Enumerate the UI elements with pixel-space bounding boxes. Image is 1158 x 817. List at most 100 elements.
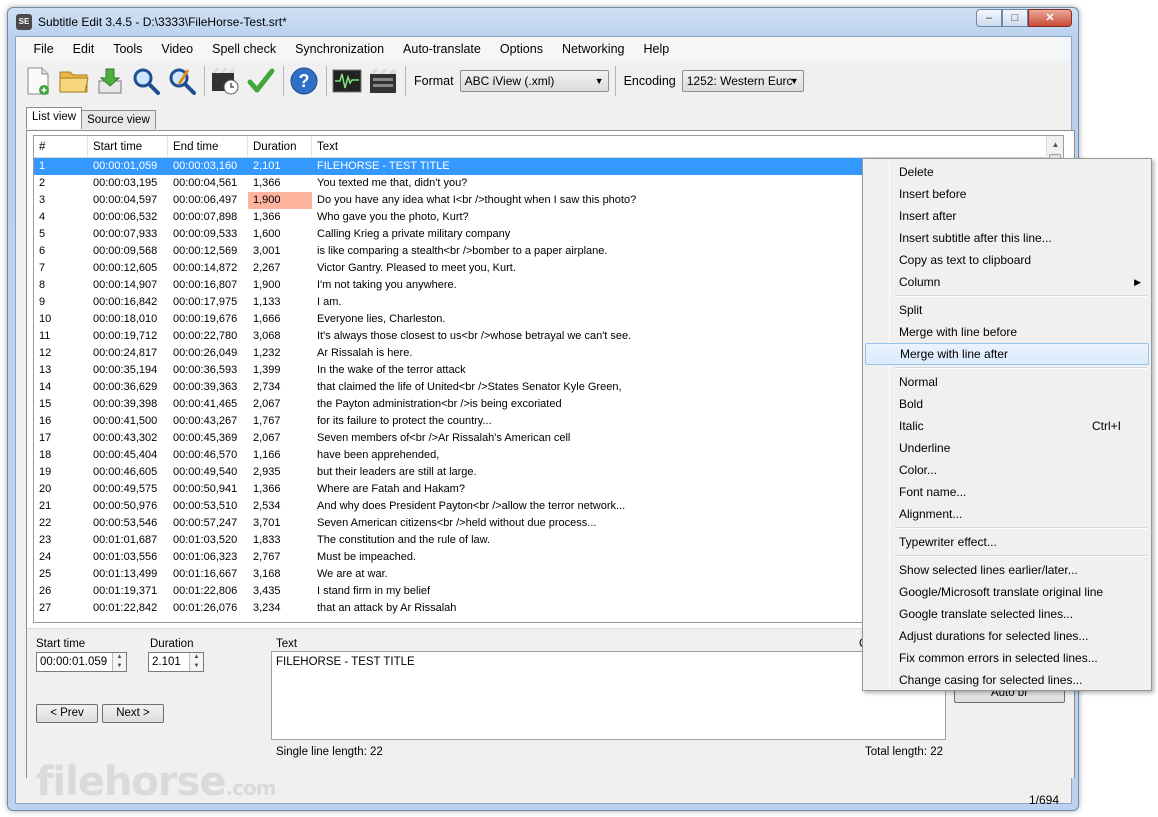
scroll-up-icon[interactable]: ▲ (1047, 136, 1063, 153)
menu-item-label: Insert after (899, 209, 957, 223)
video-icon[interactable] (367, 65, 399, 97)
menu-options[interactable]: Options (490, 37, 552, 61)
row-duration: 1,900 (253, 279, 281, 291)
encoding-select[interactable]: 1252: Western Eurc ▼ (681, 70, 804, 92)
menu-edit[interactable]: Edit (63, 37, 104, 61)
tab-list-view[interactable]: List view (26, 107, 83, 129)
row-end-time: 00:00:17,975 (173, 296, 238, 308)
format-select[interactable]: ABC iView (.xml) ▼ (459, 70, 609, 92)
row-start-time: 00:00:04,597 (93, 194, 158, 206)
context-menu-item-google-translate-selected-lines[interactable]: Google translate selected lines... (865, 603, 1149, 625)
row-end-time: 00:00:09,533 (173, 228, 238, 240)
help-icon[interactable]: ? (288, 65, 320, 97)
find-icon[interactable] (130, 65, 162, 97)
row-duration: 3,068 (253, 330, 281, 342)
context-menu-item-underline[interactable]: Underline (865, 437, 1149, 459)
maximize-button[interactable]: □ (1002, 9, 1028, 27)
context-menu-item-insert-subtitle-after-this-line[interactable]: Insert subtitle after this line... (865, 227, 1149, 249)
context-menu-item-normal[interactable]: Normal (865, 371, 1149, 393)
menu-video[interactable]: Video (152, 37, 203, 61)
row-end-time: 00:01:16,667 (173, 568, 238, 580)
context-menu-item-merge-with-line-before[interactable]: Merge with line before (865, 321, 1149, 343)
row-end-time: 00:01:06,323 (173, 551, 238, 563)
close-button[interactable]: ✕ (1028, 9, 1072, 27)
menu-file[interactable]: File (24, 37, 63, 61)
spinner-arrows-icon[interactable]: ▲ ▼ (189, 653, 203, 671)
row-start-time: 00:00:03,195 (93, 177, 158, 189)
spell-check-icon[interactable] (245, 65, 277, 97)
menu-item-label: Change casing for selected lines... (899, 673, 1083, 687)
row-duration: 1,366 (253, 211, 281, 223)
column-header-end-time[interactable]: End time (168, 136, 248, 157)
row-start-time: 00:00:18,010 (93, 313, 158, 325)
context-menu-item-change-casing-for-selected-lines[interactable]: Change casing for selected lines... (865, 669, 1149, 691)
column-header-number[interactable]: # (34, 136, 88, 157)
menu-tools[interactable]: Tools (104, 37, 152, 61)
visual-sync-icon[interactable] (209, 65, 241, 97)
row-end-time: 00:01:26,076 (173, 602, 238, 614)
new-file-icon[interactable] (22, 65, 54, 97)
subtitle-text-value: FILEHORSE - TEST TITLE (276, 656, 415, 668)
context-menu-item-delete[interactable]: Delete (865, 161, 1149, 183)
save-icon[interactable] (94, 65, 126, 97)
toolbar-separator (614, 66, 616, 96)
context-menu-item-italic[interactable]: Italic Ctrl+I (865, 415, 1149, 437)
row-number: 21 (39, 500, 52, 512)
title-bar[interactable]: SE Subtitle Edit 3.4.5 - D:\3333\FileHor… (8, 8, 1078, 36)
row-start-time: 00:00:16,842 (93, 296, 158, 308)
context-menu-item-insert-before[interactable]: Insert before (865, 183, 1149, 205)
minimize-button[interactable]: – (976, 9, 1002, 27)
context-menu-item-copy-as-text-to-clipboard[interactable]: Copy as text to clipboard (865, 249, 1149, 271)
row-number: 11 (39, 330, 51, 342)
menu-auto-translate[interactable]: Auto-translate (394, 37, 491, 61)
context-menu-item-insert-after[interactable]: Insert after (865, 205, 1149, 227)
subtitle-text-input[interactable]: FILEHORSE - TEST TITLE (271, 651, 946, 740)
row-duration: 1,133 (253, 296, 281, 308)
row-start-time: 00:00:06,532 (93, 211, 158, 223)
row-end-time: 00:01:22,806 (173, 585, 238, 597)
row-number: 2 (39, 177, 46, 189)
open-folder-icon[interactable] (58, 65, 90, 97)
next-button[interactable]: Next > (102, 704, 164, 723)
context-menu-item-alignment[interactable]: Alignment... (865, 503, 1149, 525)
chevron-down-icon: ▼ (789, 76, 799, 86)
menu-item-label: Show selected lines earlier/later... (899, 563, 1078, 577)
format-value: ABC iView (.xml) (464, 74, 555, 88)
row-number: 18 (39, 449, 52, 461)
prev-button[interactable]: < Prev (36, 704, 98, 723)
column-header-text[interactable]: Text (312, 136, 1050, 157)
menu-synchronization[interactable]: Synchronization (286, 37, 394, 61)
duration-label: Duration (150, 638, 194, 650)
column-header-start-time[interactable]: Start time (88, 136, 168, 157)
duration-input[interactable]: 2.101 ▲ ▼ (148, 652, 204, 672)
waveform-icon[interactable] (331, 65, 363, 97)
context-menu-item-adjust-durations-for-selected-lines[interactable]: Adjust durations for selected lines... (865, 625, 1149, 647)
row-number: 25 (39, 568, 52, 580)
menu-item-label: Alignment... (899, 507, 963, 521)
spinner-arrows-icon[interactable]: ▲ ▼ (112, 653, 126, 671)
row-number: 3 (39, 194, 46, 206)
context-menu-item-color[interactable]: Color... (865, 459, 1149, 481)
menu-help[interactable]: Help (634, 37, 679, 61)
context-menu-item-split[interactable]: Split (865, 299, 1149, 321)
row-duration: 3,701 (253, 517, 281, 529)
toolbar-separator (405, 66, 406, 96)
row-duration: 1,232 (253, 347, 281, 359)
context-menu-item-font-name[interactable]: Font name... (865, 481, 1149, 503)
context-menu-item-bold[interactable]: Bold (865, 393, 1149, 415)
start-time-input[interactable]: 00:00:01.059 ▲ ▼ (36, 652, 127, 672)
context-menu-item-fix-common-errors-in-selected-lines[interactable]: Fix common errors in selected lines... (865, 647, 1149, 669)
menu-networking[interactable]: Networking (552, 37, 634, 61)
context-menu-item-google-microsoft-translate-original-line[interactable]: Google/Microsoft translate original line (865, 581, 1149, 603)
replace-icon[interactable] (166, 65, 198, 97)
menu-spell-check[interactable]: Spell check (203, 37, 286, 61)
row-start-time: 00:00:50,976 (93, 500, 158, 512)
context-menu-item-typewriter-effect[interactable]: Typewriter effect... (865, 531, 1149, 553)
row-duration: 1,833 (253, 534, 281, 546)
context-menu-item-column[interactable]: Column ▶ (865, 271, 1149, 293)
context-menu-item-show-selected-lines-earlier-later[interactable]: Show selected lines earlier/later... (865, 559, 1149, 581)
context-menu-item-merge-with-line-after[interactable]: Merge with line after (865, 343, 1149, 365)
column-header-duration[interactable]: Duration (248, 136, 312, 157)
tab-source-view[interactable]: Source view (81, 110, 156, 129)
row-end-time: 00:00:06,497 (173, 194, 238, 206)
